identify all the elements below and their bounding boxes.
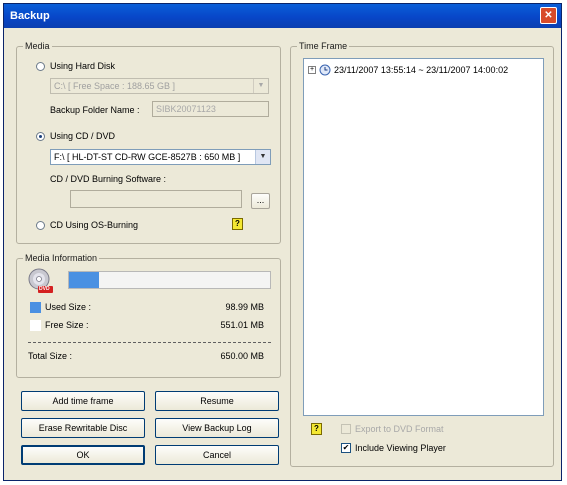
chevron-down-icon: ▼ xyxy=(253,79,268,93)
tree-item[interactable]: + 23/11/2007 13:55:14 ~ 23/11/2007 14:00… xyxy=(308,64,542,76)
burning-software-field[interactable] xyxy=(70,190,242,208)
export-dvd-label: Export to DVD Format xyxy=(355,424,444,434)
browse-label: ... xyxy=(256,195,265,205)
hard-disk-drive-select[interactable]: C:\ [ Free Space : 188.65 GB ] ▼ xyxy=(50,78,269,94)
help-icon[interactable]: ? xyxy=(232,218,243,230)
title-bar[interactable]: Backup ✕ xyxy=(4,4,561,28)
usage-bar xyxy=(68,271,271,289)
cancel-button[interactable]: Cancel xyxy=(155,445,279,465)
cd-dvd-drive-select[interactable]: F:\ [ HL-DT-ST CD-RW GCE-8527B : 650 MB … xyxy=(50,149,271,165)
checkmark-icon: ✔ xyxy=(342,443,350,452)
resume-label: Resume xyxy=(200,396,234,406)
time-frame-tree[interactable]: + 23/11/2007 13:55:14 ~ 23/11/2007 14:00… xyxy=(303,58,544,416)
free-size-value: 551.01 MB xyxy=(220,320,264,330)
close-icon: ✕ xyxy=(544,10,553,21)
disc-badge: DVD xyxy=(39,286,50,292)
total-divider xyxy=(28,342,271,343)
cd-dvd-radio[interactable] xyxy=(36,132,45,141)
view-backup-log-button[interactable]: View Backup Log xyxy=(155,418,279,438)
disc-icon: DVD xyxy=(28,268,54,294)
free-size-swatch xyxy=(30,320,41,331)
total-size-label: Total Size : xyxy=(28,351,73,361)
os-burning-label[interactable]: CD Using OS-Burning xyxy=(50,220,138,230)
used-size-label: Used Size : xyxy=(45,302,92,312)
hard-disk-radio[interactable] xyxy=(36,62,45,71)
ok-label: OK xyxy=(76,450,90,460)
include-player-checkbox[interactable]: ✔ xyxy=(341,443,351,453)
cd-dvd-drive-value: F:\ [ HL-DT-ST CD-RW GCE-8527B : 650 MB … xyxy=(54,152,241,162)
cd-dvd-label[interactable]: Using CD / DVD xyxy=(50,131,115,141)
export-dvd-checkbox[interactable] xyxy=(341,424,351,434)
media-legend: Media xyxy=(23,41,52,51)
add-time-frame-button[interactable]: Add time frame xyxy=(21,391,145,411)
hard-disk-label[interactable]: Using Hard Disk xyxy=(50,61,115,71)
usage-bar-fill xyxy=(69,272,100,288)
close-button[interactable]: ✕ xyxy=(540,7,557,24)
total-size-value: 650.00 MB xyxy=(220,351,264,361)
backup-dialog: Backup ✕ Media Using Hard Disk C:\ [ Fre… xyxy=(3,3,562,481)
burning-software-label: CD / DVD Burning Software : xyxy=(50,174,167,184)
backup-folder-field[interactable]: SIBK20071123 xyxy=(152,101,269,117)
hard-disk-drive-value: C:\ [ Free Space : 188.65 GB ] xyxy=(54,81,176,91)
used-size-swatch xyxy=(30,302,41,313)
media-group: Media xyxy=(16,41,281,244)
browse-button[interactable]: ... xyxy=(251,193,270,209)
view-backup-log-label: View Backup Log xyxy=(182,423,252,433)
window-title: Backup xyxy=(10,10,50,22)
time-frame-legend: Time Frame xyxy=(297,41,350,51)
help-icon[interactable]: ? xyxy=(311,423,322,435)
backup-folder-label: Backup Folder Name : xyxy=(50,105,140,115)
chevron-down-icon: ▼ xyxy=(255,150,270,164)
erase-label: Erase Rewritable Disc xyxy=(38,423,128,433)
resume-button[interactable]: Resume xyxy=(155,391,279,411)
ok-button[interactable]: OK xyxy=(21,445,145,465)
erase-rewritable-disc-button[interactable]: Erase Rewritable Disc xyxy=(21,418,145,438)
cancel-label: Cancel xyxy=(202,450,231,460)
media-information-legend: Media Information xyxy=(23,253,100,263)
include-player-label: Include Viewing Player xyxy=(355,443,446,453)
add-time-frame-label: Add time frame xyxy=(52,396,114,406)
used-size-value: 98.99 MB xyxy=(225,302,264,312)
tree-item-label: 23/11/2007 13:55:14 ~ 23/11/2007 14:00:0… xyxy=(334,65,509,75)
clock-icon xyxy=(319,64,331,76)
expand-icon[interactable]: + xyxy=(308,66,316,74)
free-size-label: Free Size : xyxy=(45,320,89,330)
backup-folder-value: SIBK20071123 xyxy=(156,104,216,114)
os-burning-radio[interactable] xyxy=(36,221,45,230)
